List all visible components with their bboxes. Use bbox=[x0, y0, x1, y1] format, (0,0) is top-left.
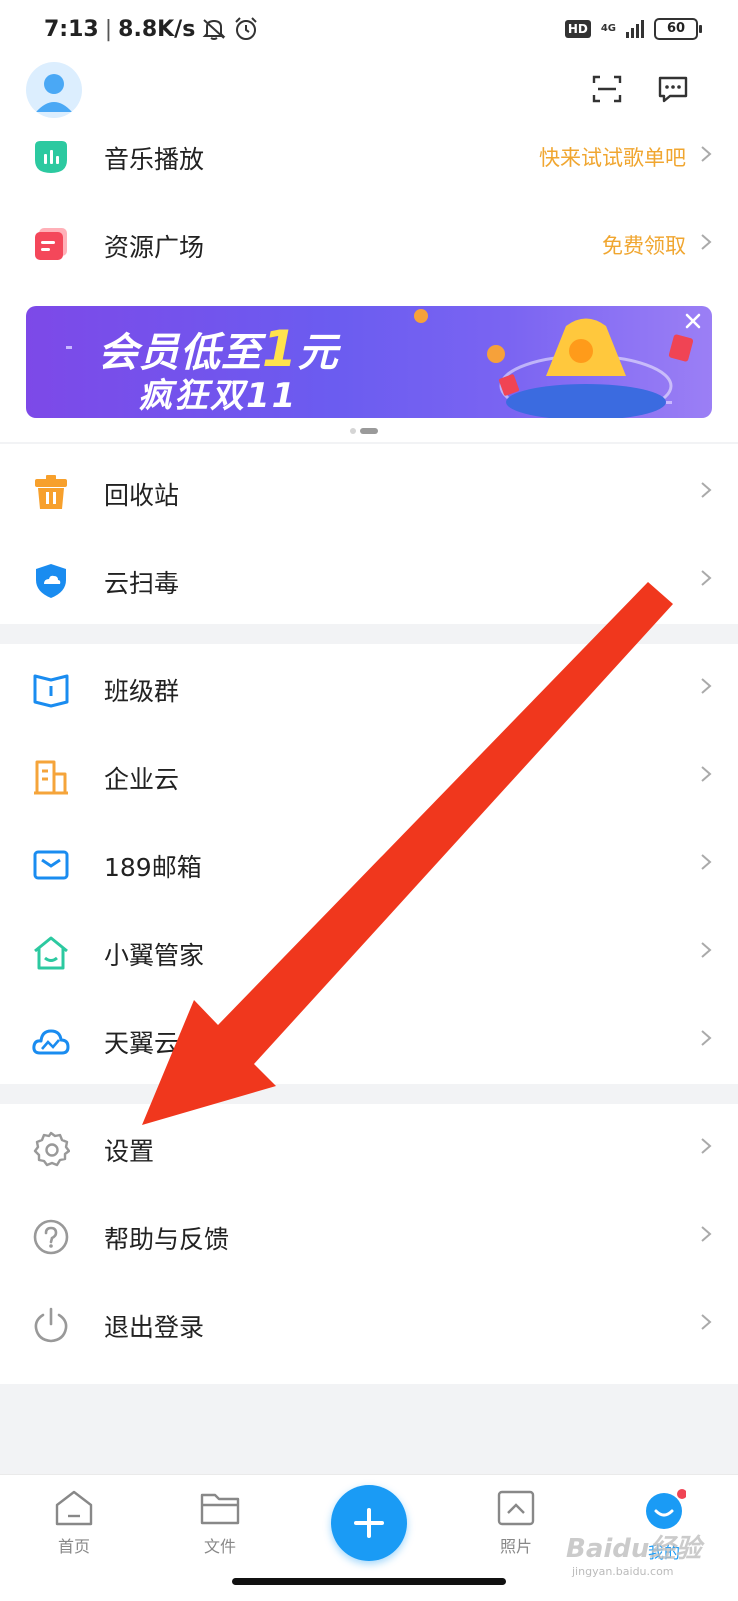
chevron-right-icon bbox=[701, 1138, 712, 1154]
gear-icon bbox=[33, 1131, 70, 1167]
banner-line-2: 疯狂双11 bbox=[138, 376, 298, 416]
status-bar: 7:13 | 8.8K/s HD 4G 60 bbox=[0, 0, 738, 60]
menu-label: 退出登录 bbox=[104, 1313, 205, 1342]
message-icon[interactable] bbox=[656, 72, 690, 106]
mute-icon bbox=[202, 19, 226, 40]
menu-item-music[interactable]: 音乐播放 快来试试歌单吧 bbox=[0, 112, 738, 200]
menu-hint: 免费领取 bbox=[602, 234, 686, 258]
class-book-icon bbox=[33, 674, 69, 708]
menu-label: 天翼云 bbox=[104, 1029, 180, 1058]
chevron-right-icon bbox=[701, 678, 712, 694]
menu-hint: 快来试试歌单吧 bbox=[539, 146, 686, 170]
music-icon bbox=[35, 141, 67, 173]
menu-label: 资源广场 bbox=[104, 233, 205, 262]
menu-label: 音乐播放 bbox=[104, 145, 205, 174]
help-icon bbox=[33, 1219, 69, 1255]
avatar[interactable] bbox=[26, 62, 82, 118]
shield-icon bbox=[36, 564, 66, 598]
cloud-icon bbox=[32, 1029, 70, 1055]
menu-item-home-steward[interactable]: 小翼管家 bbox=[0, 908, 738, 996]
tab-photos[interactable]: 照片 bbox=[476, 1489, 556, 1557]
menu-item-recycle-bin[interactable]: 回收站 bbox=[0, 448, 738, 536]
profile-icon bbox=[646, 1489, 686, 1529]
menu-item-settings[interactable]: 设置 bbox=[0, 1104, 738, 1192]
menu-label: 设置 bbox=[104, 1137, 155, 1166]
carousel-dots bbox=[350, 428, 378, 434]
divider bbox=[0, 442, 738, 444]
chevron-right-icon bbox=[701, 1030, 712, 1046]
trash-icon bbox=[35, 475, 67, 509]
chevron-right-icon bbox=[701, 1226, 712, 1242]
menu-label: 帮助与反馈 bbox=[104, 1225, 230, 1254]
home-icon bbox=[34, 936, 68, 970]
building-icon bbox=[34, 760, 68, 795]
menu-item-help-feedback[interactable]: 帮助与反馈 bbox=[0, 1192, 738, 1280]
chevron-right-icon bbox=[701, 942, 712, 958]
menu-item-resource[interactable]: 资源广场 免费领取 bbox=[0, 200, 738, 288]
chevron-right-icon bbox=[701, 1314, 712, 1330]
tab-home[interactable]: 首页 bbox=[34, 1489, 114, 1557]
menu-item-virus-scan[interactable]: 云扫毒 bbox=[0, 536, 738, 624]
tab-label: 照片 bbox=[499, 1537, 532, 1556]
watermark: Baidu经验 jingyan.baidu.com bbox=[566, 1534, 702, 1578]
divider bbox=[0, 1084, 738, 1104]
signal-icon bbox=[626, 20, 644, 38]
menu-item-189-mail[interactable]: 189邮箱 bbox=[0, 820, 738, 908]
menu-label: 云扫毒 bbox=[104, 569, 180, 598]
chevron-right-icon bbox=[701, 146, 712, 162]
chevron-right-icon bbox=[701, 766, 712, 782]
home-indicator bbox=[232, 1578, 506, 1585]
menu-item-tianyi-cloud[interactable]: 天翼云 bbox=[0, 996, 738, 1084]
menu-item-class-group[interactable]: 班级群 bbox=[0, 644, 738, 732]
menu-label: 189邮箱 bbox=[104, 853, 202, 882]
chevron-right-icon bbox=[701, 854, 712, 870]
power-icon bbox=[34, 1307, 68, 1343]
menu-label: 小翼管家 bbox=[104, 941, 205, 970]
menu-label: 班级群 bbox=[104, 677, 180, 706]
home-tab-icon bbox=[55, 1490, 93, 1526]
tab-label: 文件 bbox=[203, 1537, 236, 1556]
plus-icon bbox=[354, 1508, 384, 1538]
network-type: 4G bbox=[600, 23, 616, 34]
alarm-icon bbox=[235, 17, 258, 40]
chevron-right-icon bbox=[701, 482, 712, 498]
promo-banner[interactable]: 会员低至1元 疯狂双11 bbox=[26, 306, 712, 418]
menu-item-logout[interactable]: 退出登录 bbox=[0, 1280, 738, 1368]
menu-label: 回收站 bbox=[104, 481, 180, 510]
photo-icon bbox=[497, 1490, 535, 1526]
add-button[interactable] bbox=[331, 1485, 407, 1561]
menu-item-enterprise-cloud[interactable]: 企业云 bbox=[0, 732, 738, 820]
mail-icon bbox=[33, 850, 69, 880]
battery-icon: 60 bbox=[654, 18, 702, 40]
divider bbox=[0, 624, 738, 644]
bottom-spacer bbox=[0, 1384, 738, 1474]
chevron-right-icon bbox=[701, 570, 712, 586]
chevron-right-icon bbox=[701, 234, 712, 250]
menu-label: 企业云 bbox=[104, 765, 180, 794]
clock: 7:13 bbox=[44, 16, 99, 42]
tab-files[interactable]: 文件 bbox=[180, 1489, 260, 1557]
folder-icon bbox=[200, 1493, 240, 1525]
close-icon[interactable] bbox=[682, 310, 704, 332]
scan-icon[interactable] bbox=[590, 72, 624, 106]
network-speed: 8.8K/s bbox=[118, 16, 196, 42]
hd-badge: HD bbox=[564, 20, 591, 38]
resource-icon bbox=[35, 228, 67, 260]
tab-label: 首页 bbox=[57, 1537, 90, 1556]
